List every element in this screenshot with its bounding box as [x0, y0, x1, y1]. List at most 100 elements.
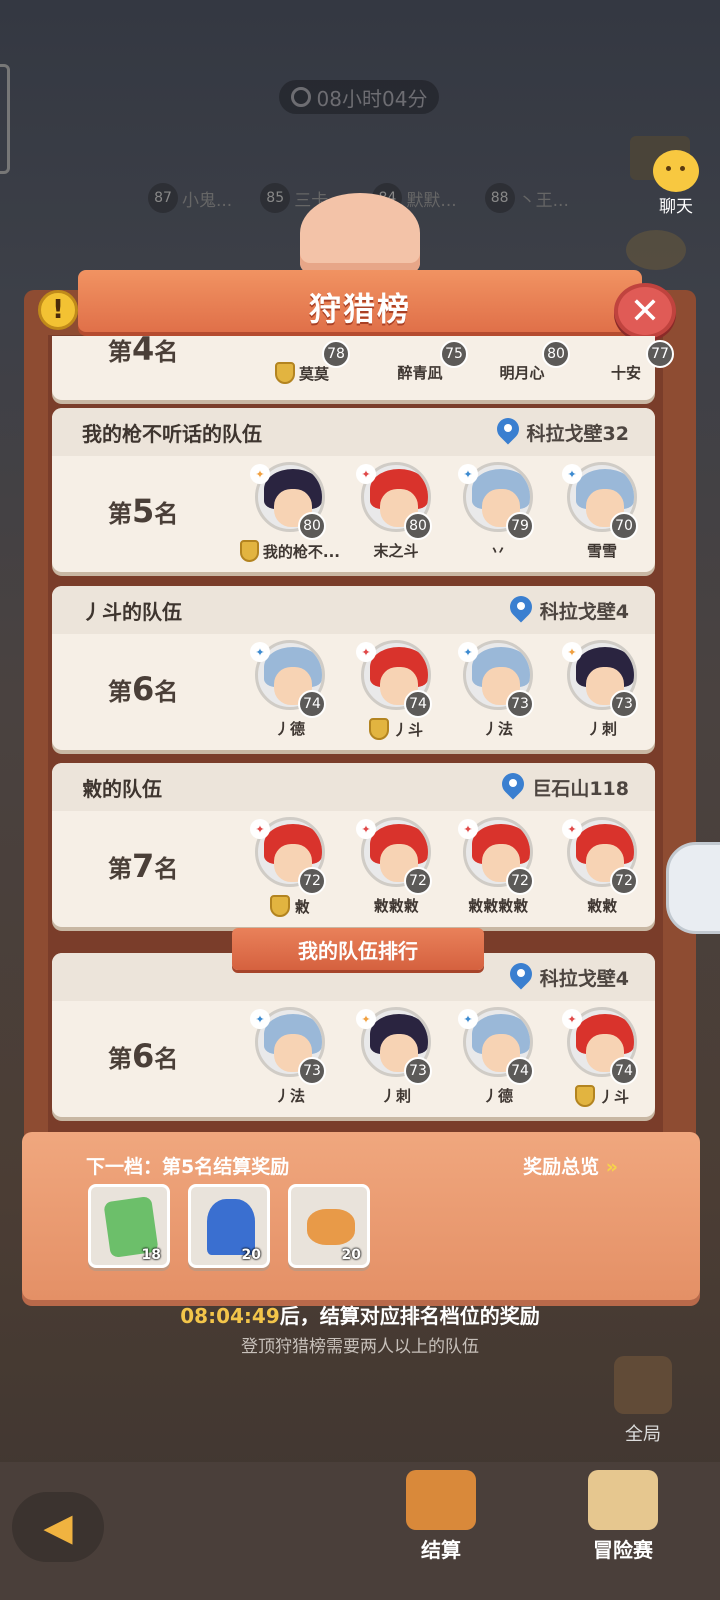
back-arrow-icon: ◀ — [43, 1505, 73, 1549]
member[interactable]: 77 十安 — [576, 340, 676, 383]
location-text: 科拉戈壁4 — [539, 967, 629, 990]
tab-settle[interactable]: 结算 — [386, 1470, 496, 1563]
global-button[interactable]: 全局 — [608, 1356, 678, 1446]
class-icon: ✦ — [250, 819, 270, 839]
info-warning-button[interactable]: ! — [38, 290, 78, 330]
member[interactable]: ✦ 72 敹敹敹敹 — [448, 817, 548, 916]
food-plate-icon — [307, 1209, 355, 1245]
member-level: 80 — [542, 340, 570, 368]
settle-chest-icon — [406, 1470, 476, 1530]
team-location[interactable]: 巨石山118 — [502, 773, 629, 801]
class-icon: ✦ — [458, 642, 478, 662]
member[interactable]: ✦ 74 丿斗 — [346, 640, 446, 740]
class-icon: ✦ — [562, 642, 582, 662]
strip-level: 88 — [484, 183, 515, 213]
member-level: 79 — [506, 512, 534, 540]
team-card[interactable]: 科拉戈壁4 第6名 ✦ 73 丿法 ✦ 73 丿刺 ✦ 74 丿德 ✦ 74 丿… — [52, 953, 655, 1117]
team-card[interactable]: 我的枪不听话的队伍 科拉戈壁32 第5名 ✦ 80 我的枪不... ✦ 80 末… — [52, 408, 655, 572]
member-level: 74 — [404, 690, 432, 718]
team-header: 敹的队伍 巨石山118 — [52, 763, 655, 811]
chat-button[interactable]: 聊天 — [636, 150, 716, 217]
member[interactable]: ✦ 72 敹敹敹 — [346, 817, 446, 916]
member-level: 74 — [610, 1057, 638, 1085]
class-icon: ✦ — [250, 642, 270, 662]
member[interactable]: ✦ 72 敹敹 — [552, 817, 652, 916]
member[interactable]: ✦ 73 丿刺 — [552, 640, 652, 739]
member[interactable]: ✦ 74 丿德 — [240, 640, 340, 739]
location-pin-icon — [510, 963, 532, 991]
strip-level: 85 — [260, 183, 291, 213]
left-edge-button[interactable] — [0, 64, 10, 174]
countdown-text: 后，结算对应排名档位的奖励 — [279, 1304, 540, 1328]
reward-item[interactable]: 20 — [188, 1184, 270, 1268]
close-button[interactable]: ✕ — [614, 283, 676, 339]
timer-text: 08小时04分 — [316, 86, 428, 111]
member-name: 我的枪不... — [262, 542, 340, 561]
member-name: 丿法 — [482, 720, 513, 738]
reward-count: 20 — [241, 1247, 261, 1263]
member-name: 敹敹敹敹 — [467, 897, 528, 915]
member-level: 72 — [404, 867, 432, 895]
team-location[interactable]: 科拉戈壁32 — [497, 418, 629, 446]
reward-overview-button[interactable]: 奖励总览 » — [523, 1152, 618, 1179]
member-name: 敹敹敹 — [373, 897, 419, 915]
member-name: 敹敹 — [586, 897, 617, 915]
location-text: 科拉戈壁32 — [526, 422, 629, 445]
team-header: 我的枪不听话的队伍 科拉戈壁32 — [52, 408, 655, 456]
member-level: 78 — [322, 340, 350, 368]
tab-adventure-label: 冒险赛 — [593, 1538, 653, 1562]
tab-settle-label: 结算 — [421, 1538, 461, 1562]
team-rank: 第6名 — [108, 670, 179, 708]
global-label: 全局 — [625, 1424, 661, 1445]
event-timer: 08小时04分 — [279, 80, 439, 114]
member[interactable]: ✦ 73 丿刺 — [346, 1007, 446, 1106]
strip-item: 88 丶王... — [484, 183, 569, 213]
strip-name: 丶王... — [518, 190, 569, 211]
member[interactable]: 78 莫莫 — [252, 340, 352, 384]
member-name: 莫莫 — [298, 364, 329, 383]
member[interactable]: ✦ 74 丿斗 — [552, 1007, 652, 1107]
team-location[interactable]: 科拉戈壁4 — [510, 596, 629, 624]
reward-overview-label: 奖励总览 — [523, 1156, 600, 1178]
member-name: 丿德 — [274, 720, 305, 738]
location-text: 科拉戈壁4 — [539, 600, 629, 623]
team-name: 丿斗的队伍 — [82, 599, 182, 624]
member-name: 丿法 — [274, 1087, 305, 1105]
team-card[interactable]: 敹的队伍 巨石山118 第7名 ✦ 72 敹 ✦ 72 敹敹敹 ✦ 72 敹敹敹… — [52, 763, 655, 927]
back-button[interactable]: ◀ — [12, 1492, 104, 1562]
class-icon: ✦ — [250, 464, 270, 484]
close-icon: ✕ — [629, 290, 661, 332]
member[interactable]: ✦ 80 我的枪不... — [240, 462, 340, 562]
member[interactable]: 80 明月心 — [472, 340, 572, 383]
member[interactable]: ✦ 70 雪雪 — [552, 462, 652, 561]
member-level: 80 — [298, 512, 326, 540]
member[interactable]: 75 醉青凪 — [370, 340, 470, 383]
team-card-rank4[interactable]: 第4名 78 莫莫 75 醉青凪 80 明月心 77 十安 — [52, 330, 674, 400]
team-rank: 第5名 — [108, 492, 179, 530]
reward-item[interactable]: 18 — [88, 1184, 170, 1268]
location-pin-icon — [497, 418, 519, 446]
team-rank: 第6名 — [108, 1037, 179, 1075]
team-location[interactable]: 科拉戈壁4 — [510, 963, 629, 991]
member-level: 74 — [506, 1057, 534, 1085]
reward-title: 下一档：第5名结算奖励 — [86, 1156, 290, 1178]
member[interactable]: ✦ 73 丿法 — [240, 1007, 340, 1106]
member-name: 丿德 — [482, 1087, 513, 1105]
panel-title: 狩猎榜 — [308, 290, 411, 328]
member-level: 73 — [506, 690, 534, 718]
class-icon: ✦ — [562, 1009, 582, 1029]
member[interactable]: ✦ 80 末之斗 — [346, 462, 446, 561]
reward-item[interactable]: 20 — [288, 1184, 370, 1268]
tab-adventure[interactable]: 冒险赛 — [568, 1470, 678, 1563]
captain-badge-icon — [574, 1085, 595, 1107]
global-map-icon — [614, 1356, 672, 1414]
member[interactable]: ✦ 74 丿德 — [448, 1007, 548, 1106]
team-name: 我的枪不听话的队伍 — [82, 421, 262, 446]
member[interactable]: ✦ 72 敹 — [240, 817, 340, 917]
class-icon: ✦ — [356, 464, 376, 484]
side-expand-button[interactable] — [666, 842, 720, 934]
member[interactable]: ✦ 79 丷 — [448, 462, 548, 561]
captain-badge-icon — [240, 540, 259, 562]
team-card[interactable]: 丿斗的队伍 科拉戈壁4 第6名 ✦ 74 丿德 ✦ 74 丿斗 ✦ 73 丿法 — [52, 586, 655, 750]
member[interactable]: ✦ 73 丿法 — [448, 640, 548, 739]
